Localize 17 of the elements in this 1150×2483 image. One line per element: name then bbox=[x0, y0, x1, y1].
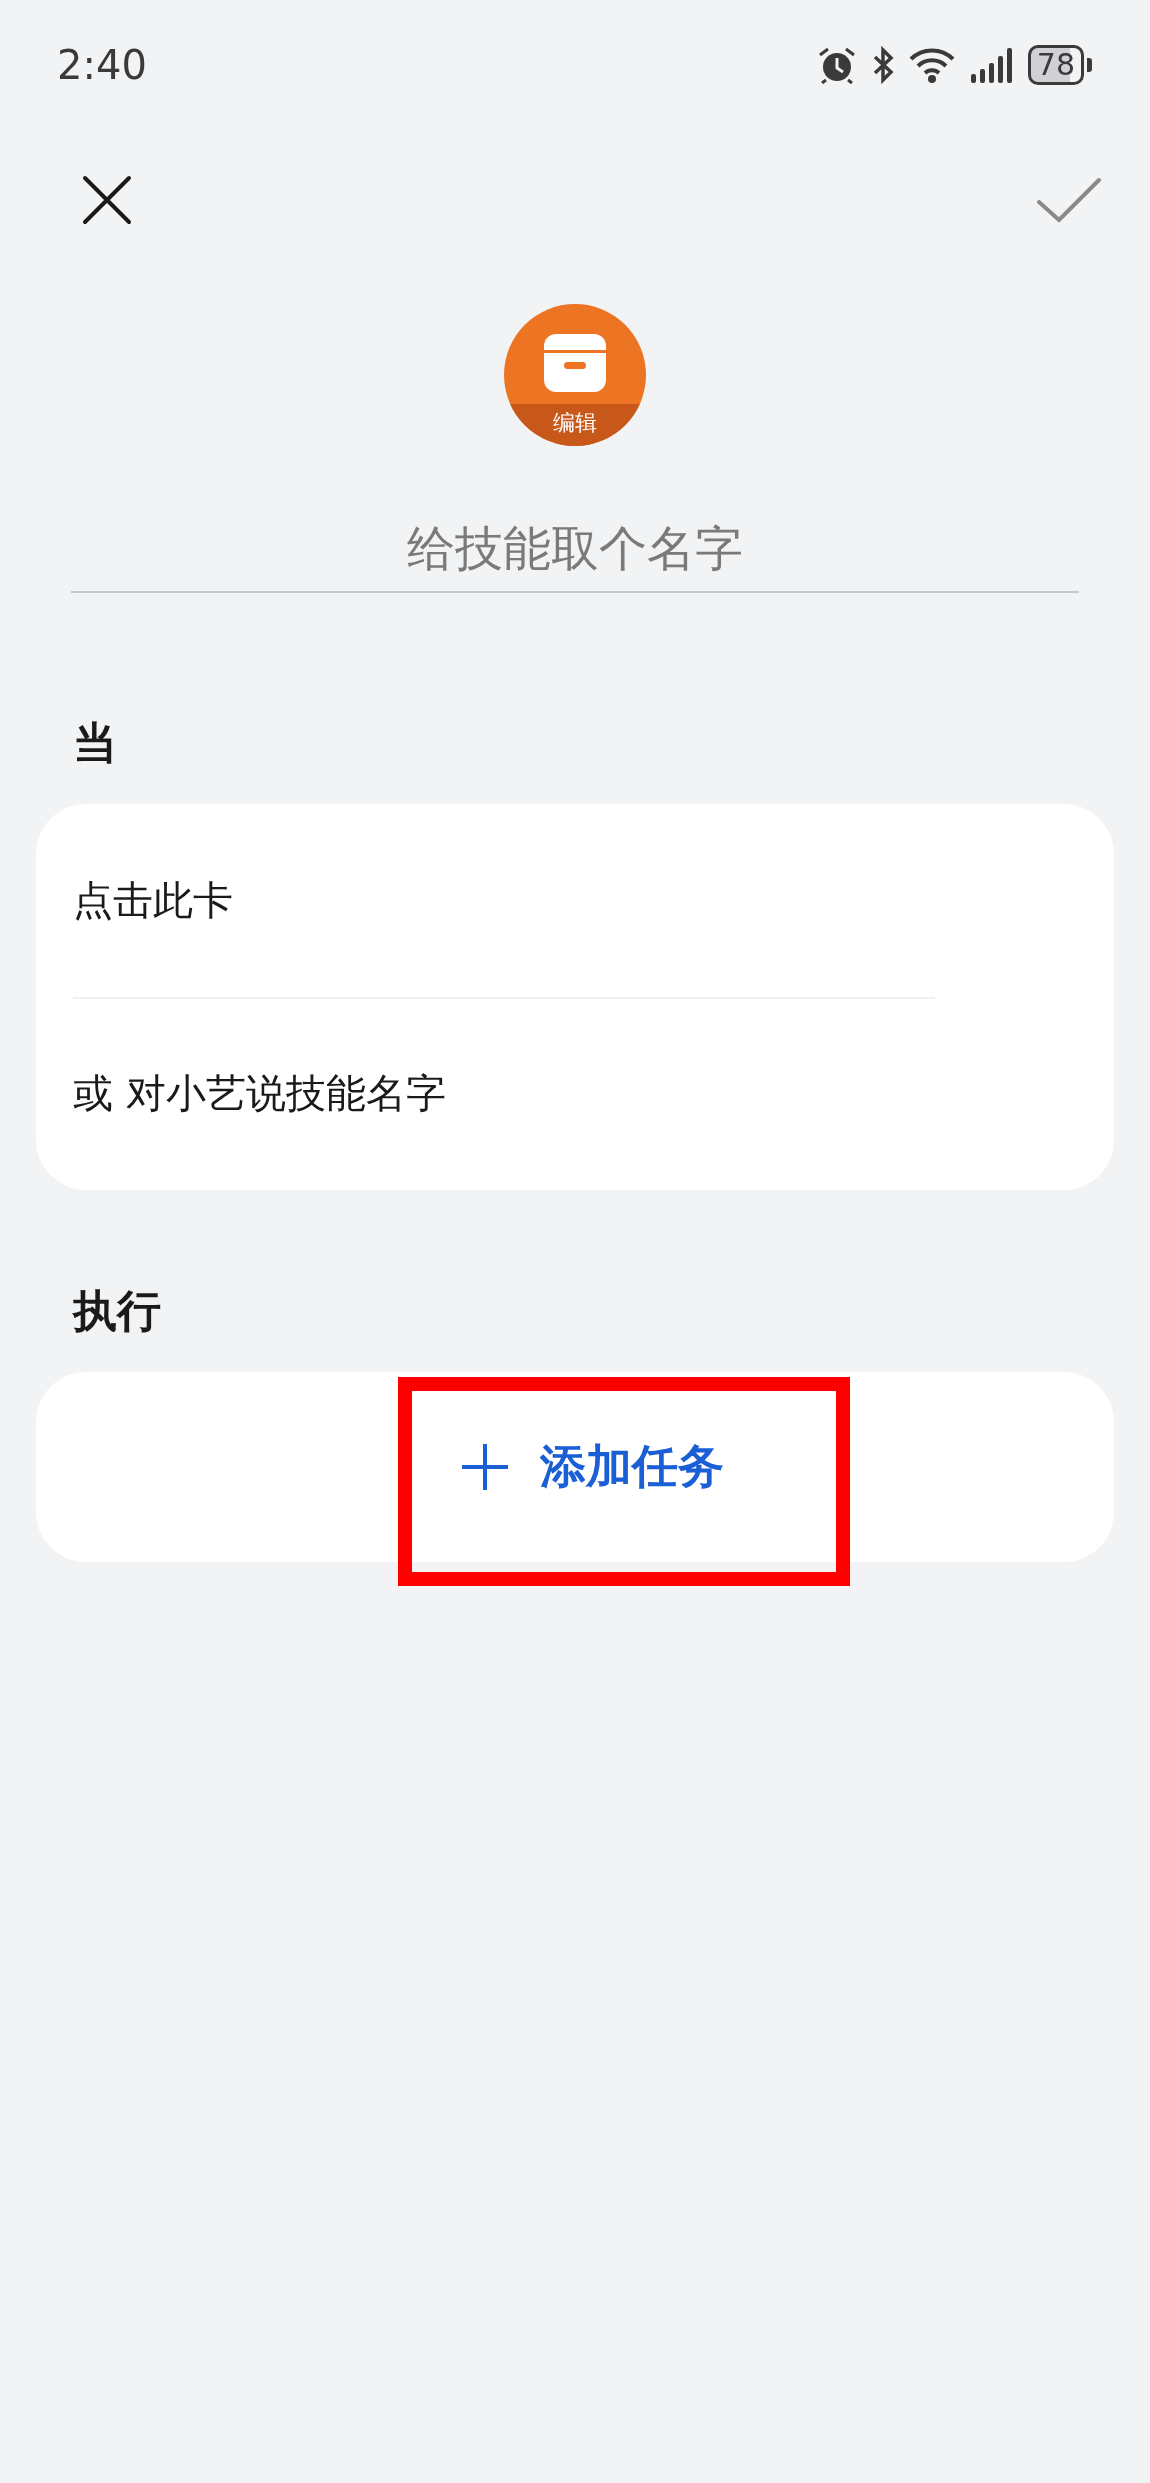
confirm-button[interactable] bbox=[1036, 177, 1102, 223]
wifi-icon bbox=[907, 47, 956, 83]
section-title: 当 bbox=[72, 716, 118, 770]
skill-avatar[interactable]: 编辑 bbox=[504, 304, 646, 446]
signal-icon bbox=[969, 46, 1014, 84]
trigger-item[interactable]: 点击此卡 bbox=[36, 804, 1114, 997]
check-icon bbox=[1036, 177, 1102, 223]
skill-name-field[interactable]: 给技能取个名字 bbox=[71, 505, 1079, 593]
trigger-item[interactable]: 或 对小艺说技能名字 bbox=[36, 997, 1114, 1190]
box-icon bbox=[542, 332, 608, 394]
bluetooth-icon bbox=[871, 46, 894, 84]
add-task-button[interactable]: 添加任务 bbox=[460, 1436, 724, 1498]
close-button[interactable] bbox=[82, 175, 132, 225]
section-title: 执行 bbox=[71, 1284, 162, 1338]
plus-icon bbox=[460, 1442, 510, 1492]
close-icon bbox=[82, 175, 132, 225]
status-time: 2:40 bbox=[57, 42, 147, 88]
